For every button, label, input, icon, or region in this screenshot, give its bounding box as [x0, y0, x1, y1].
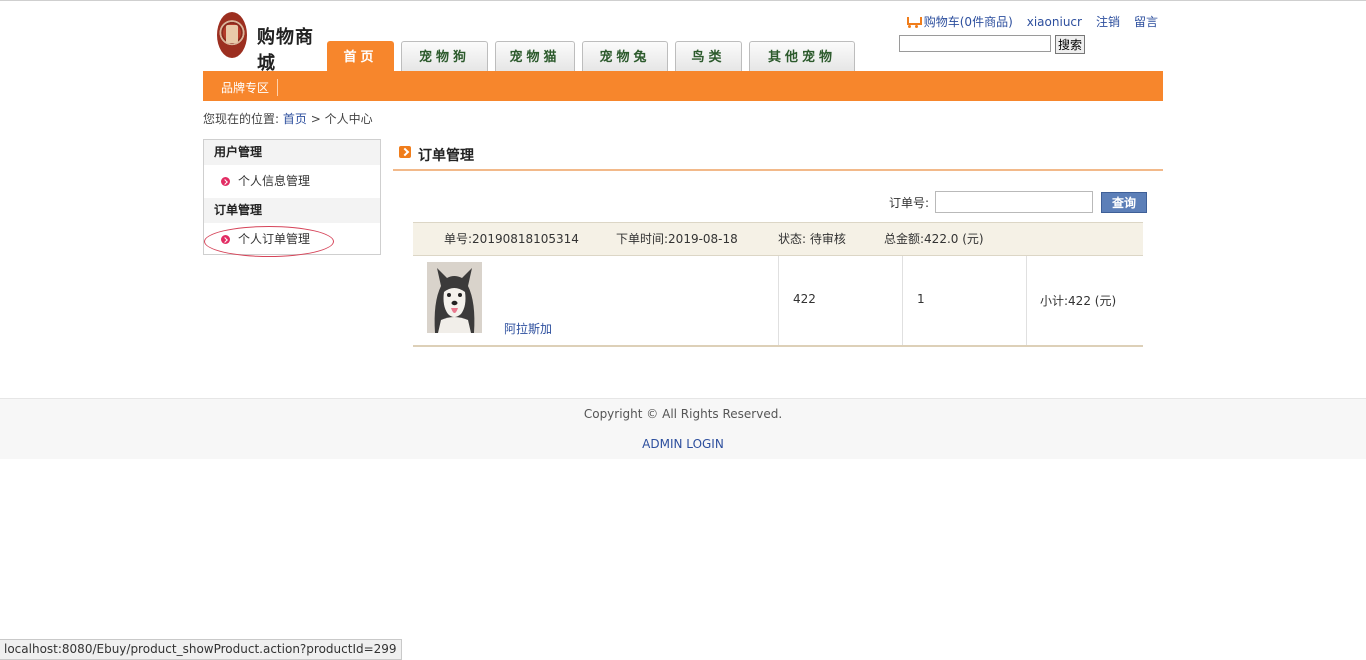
- sidebar-item-label: 个人订单管理: [238, 232, 311, 246]
- tab-dogs[interactable]: 宠物狗: [401, 41, 488, 71]
- product-quantity: 1: [917, 292, 925, 306]
- tab-cats[interactable]: 宠物猫: [495, 41, 575, 71]
- order-search-label: 订单号:: [889, 195, 930, 210]
- price-cell: 422: [779, 256, 903, 345]
- logo-text: 购物商城: [257, 27, 314, 74]
- cart-label: 购物车(0件商品): [923, 15, 1013, 29]
- logo-seal-icon: [217, 12, 247, 58]
- footer: Copyright © All Rights Reserved. ADMIN L…: [0, 398, 1366, 459]
- brand-zone-link[interactable]: 品牌专区: [221, 79, 279, 96]
- site-search-input[interactable]: [899, 35, 1051, 52]
- breadcrumb-current: 个人中心: [324, 112, 373, 126]
- main-nav: 首页 宠物狗 宠物猫 宠物兔 鸟类 其他宠物: [327, 41, 855, 71]
- arrow-bullet-icon: [221, 177, 230, 186]
- tab-rabbits[interactable]: 宠物兔: [582, 41, 668, 71]
- product-cell: 阿拉斯加: [413, 256, 779, 345]
- username-link[interactable]: xiaoniucr: [1027, 15, 1082, 29]
- order-number-input[interactable]: [935, 191, 1094, 213]
- site-search: 搜索: [899, 35, 1086, 54]
- sidebar-item-my-orders[interactable]: 个人订单管理: [204, 223, 380, 256]
- sidebar-item-profile[interactable]: 个人信息管理: [204, 165, 380, 198]
- tab-birds[interactable]: 鸟类: [675, 41, 742, 71]
- product-subtotal: 小计:422 (元): [1040, 294, 1117, 308]
- admin-login-link[interactable]: ADMIN LOGIN: [0, 437, 1366, 451]
- query-button[interactable]: 查询: [1101, 191, 1148, 213]
- sidebar-item-label: 个人信息管理: [238, 174, 311, 188]
- site-logo[interactable]: 购物商城: [215, 11, 325, 74]
- sidebar-section-orders: 订单管理: [204, 198, 380, 223]
- page-title: 订单管理: [399, 145, 474, 165]
- message-link[interactable]: 留言: [1134, 13, 1158, 30]
- breadcrumb-home[interactable]: 首页: [283, 112, 307, 126]
- cart-link[interactable]: 购物车(0件商品): [906, 13, 1013, 30]
- site-search-button[interactable]: 搜索: [1055, 35, 1086, 54]
- page-title-text: 订单管理: [418, 148, 474, 164]
- cart-icon: [906, 15, 922, 28]
- order-status: 状态: 待审核: [778, 232, 846, 246]
- product-name-link[interactable]: 阿拉斯加: [504, 320, 552, 337]
- table-row: 阿拉斯加 422 1 小计:422 (元): [413, 256, 1143, 347]
- sub-nav-bar: 品牌专区: [203, 71, 1163, 101]
- product-price: 422: [793, 292, 816, 306]
- order-total: 总金额:422.0 (元): [884, 232, 984, 246]
- title-divider: [393, 169, 1163, 171]
- breadcrumb-separator: >: [310, 112, 321, 126]
- browser-status-url: localhost:8080/Ebuy/product_showProduct.…: [0, 639, 402, 660]
- arrow-bullet-icon: [221, 235, 230, 244]
- tab-other-pets[interactable]: 其他宠物: [749, 41, 855, 71]
- order-search: 订单号: 查询: [889, 191, 1148, 213]
- sidebar-section-user: 用户管理: [204, 140, 380, 165]
- breadcrumb-prefix: 您现在的位置:: [203, 112, 280, 126]
- tab-home[interactable]: 首页: [327, 41, 394, 71]
- order-number: 单号:20190818105314: [444, 232, 579, 246]
- subtotal-cell: 小计:422 (元): [1027, 256, 1143, 345]
- dog-photo-graphic: [427, 262, 482, 333]
- quantity-cell: 1: [903, 256, 1027, 345]
- breadcrumb: 您现在的位置: 首页 > 个人中心: [203, 110, 373, 127]
- logout-link[interactable]: 注销: [1096, 13, 1120, 30]
- top-links: 购物车(0件商品) xiaoniucr 注销 留言: [906, 13, 1158, 30]
- order-header: 单号:20190818105314 下单时间:2019-08-18 状态: 待审…: [413, 222, 1143, 256]
- sidebar: 用户管理 个人信息管理 订单管理 个人订单管理: [203, 139, 381, 257]
- product-image[interactable]: [427, 262, 482, 333]
- order-time: 下单时间:2019-08-18: [616, 232, 738, 246]
- copyright-text: Copyright © All Rights Reserved.: [583, 407, 783, 421]
